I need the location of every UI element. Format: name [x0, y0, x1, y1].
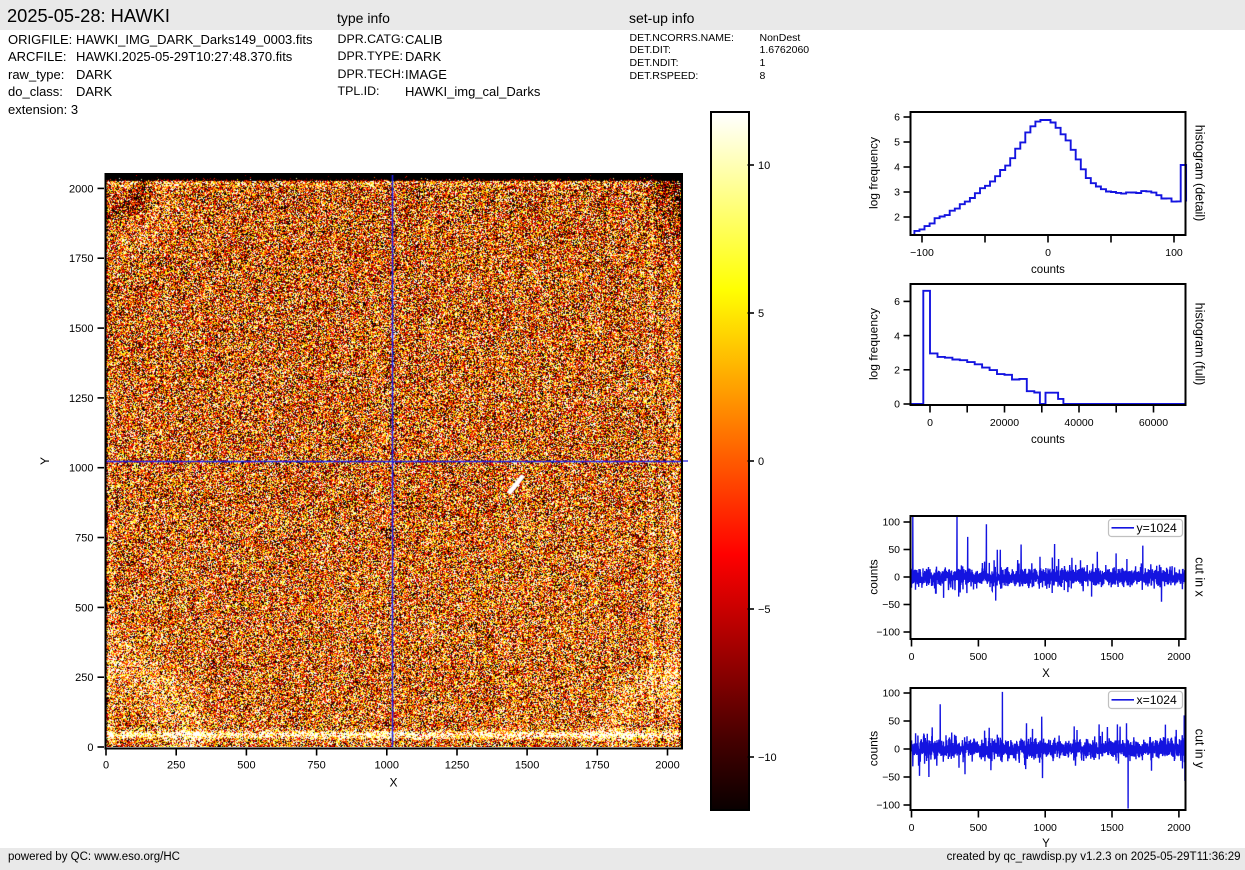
svg-text:20000: 20000	[990, 417, 1019, 429]
svg-text:2: 2	[894, 212, 900, 224]
svg-text:1250: 1250	[445, 760, 469, 772]
svg-text:X: X	[1042, 668, 1050, 680]
svg-text:−100: −100	[876, 800, 900, 812]
svg-text:750: 750	[75, 532, 93, 544]
svg-text:1000: 1000	[1034, 822, 1058, 834]
svg-text:4: 4	[894, 330, 900, 342]
svg-text:counts: counts	[867, 559, 881, 594]
svg-text:0: 0	[103, 760, 109, 772]
svg-text:3: 3	[894, 187, 900, 199]
svg-text:250: 250	[75, 672, 93, 684]
svg-text:2000: 2000	[69, 183, 93, 195]
svg-text:10: 10	[758, 160, 770, 172]
svg-text:2000: 2000	[655, 760, 679, 772]
svg-text:50: 50	[888, 544, 900, 556]
svg-text:counts: counts	[867, 731, 881, 766]
svg-text:2: 2	[894, 365, 900, 377]
svg-text:6: 6	[894, 112, 900, 124]
svg-text:0: 0	[909, 822, 915, 834]
svg-text:y=1024: y=1024	[1137, 521, 1178, 535]
svg-text:log frequency: log frequency	[867, 308, 881, 380]
svg-text:100: 100	[1165, 247, 1183, 259]
svg-text:100: 100	[882, 517, 900, 529]
svg-text:Y: Y	[38, 457, 52, 465]
svg-text:histogram (full): histogram (full)	[1193, 303, 1207, 386]
svg-text:500: 500	[237, 760, 255, 772]
svg-text:counts: counts	[1031, 434, 1065, 446]
svg-text:4: 4	[894, 162, 900, 174]
svg-text:5: 5	[894, 137, 900, 149]
svg-text:60000: 60000	[1139, 417, 1168, 429]
svg-text:histogram (detail): histogram (detail)	[1193, 125, 1207, 222]
svg-text:1500: 1500	[1100, 651, 1124, 663]
svg-text:500: 500	[970, 651, 988, 663]
svg-text:−10: −10	[758, 752, 777, 764]
svg-text:1500: 1500	[515, 760, 539, 772]
svg-text:1000: 1000	[69, 463, 93, 475]
svg-text:0: 0	[894, 744, 900, 756]
svg-text:1000: 1000	[375, 760, 399, 772]
svg-text:1750: 1750	[585, 760, 609, 772]
svg-text:cut in x: cut in x	[1193, 557, 1207, 597]
svg-text:500: 500	[75, 602, 93, 614]
svg-text:0: 0	[909, 651, 915, 663]
svg-text:0: 0	[758, 456, 764, 468]
svg-text:0: 0	[87, 742, 93, 754]
svg-text:40000: 40000	[1064, 417, 1093, 429]
svg-text:Y: Y	[1042, 838, 1050, 850]
svg-text:−100: −100	[876, 627, 900, 639]
svg-text:−50: −50	[882, 599, 900, 611]
svg-text:−50: −50	[882, 772, 900, 784]
svg-text:1500: 1500	[1100, 822, 1124, 834]
svg-text:50: 50	[888, 716, 900, 728]
svg-text:2000: 2000	[1167, 822, 1191, 834]
svg-text:500: 500	[970, 822, 988, 834]
svg-text:log frequency: log frequency	[867, 137, 881, 209]
svg-text:1750: 1750	[69, 253, 93, 265]
svg-text:5: 5	[758, 308, 764, 320]
svg-text:1500: 1500	[69, 323, 93, 335]
svg-text:0: 0	[894, 399, 900, 411]
svg-text:250: 250	[167, 760, 185, 772]
svg-text:0: 0	[894, 572, 900, 584]
svg-text:0: 0	[1045, 247, 1051, 259]
svg-text:1250: 1250	[69, 393, 93, 405]
svg-text:cut in y: cut in y	[1193, 729, 1207, 769]
svg-text:6: 6	[894, 296, 900, 308]
svg-text:750: 750	[307, 760, 325, 772]
svg-text:100: 100	[882, 688, 900, 700]
svg-text:X: X	[389, 776, 397, 790]
svg-text:−100: −100	[910, 247, 934, 259]
svg-text:2000: 2000	[1167, 651, 1191, 663]
svg-text:counts: counts	[1031, 264, 1065, 276]
svg-text:−5: −5	[758, 604, 771, 616]
svg-text:x=1024: x=1024	[1137, 693, 1178, 707]
svg-text:1000: 1000	[1034, 651, 1058, 663]
svg-text:0: 0	[927, 417, 933, 429]
